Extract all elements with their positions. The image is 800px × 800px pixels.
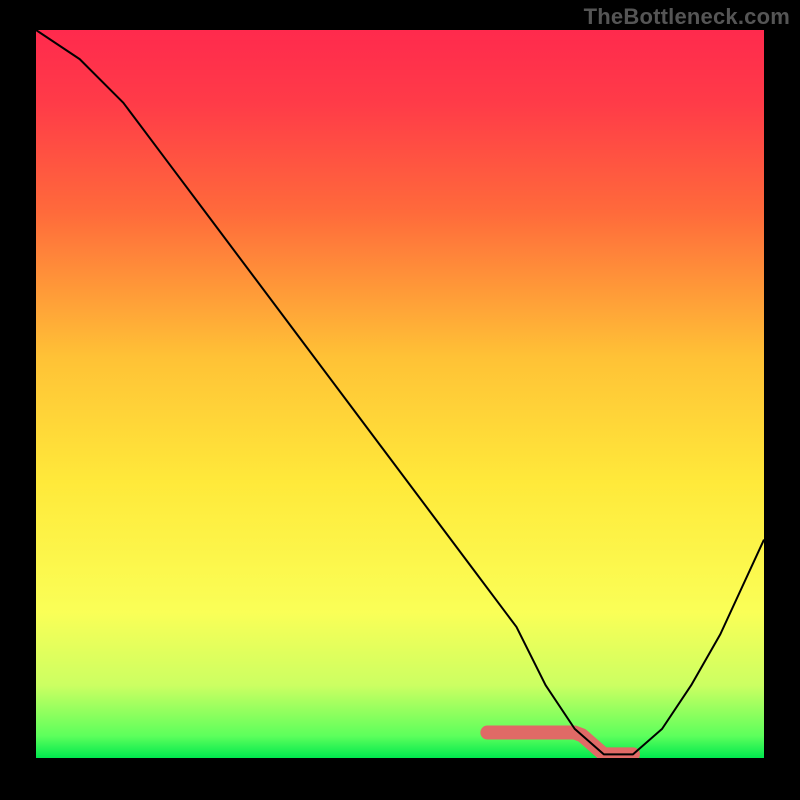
chart-container: TheBottleneck.com xyxy=(0,0,800,800)
bottleneck-curve xyxy=(36,30,764,758)
plot-area xyxy=(36,30,764,770)
watermark-text: TheBottleneck.com xyxy=(584,4,790,30)
